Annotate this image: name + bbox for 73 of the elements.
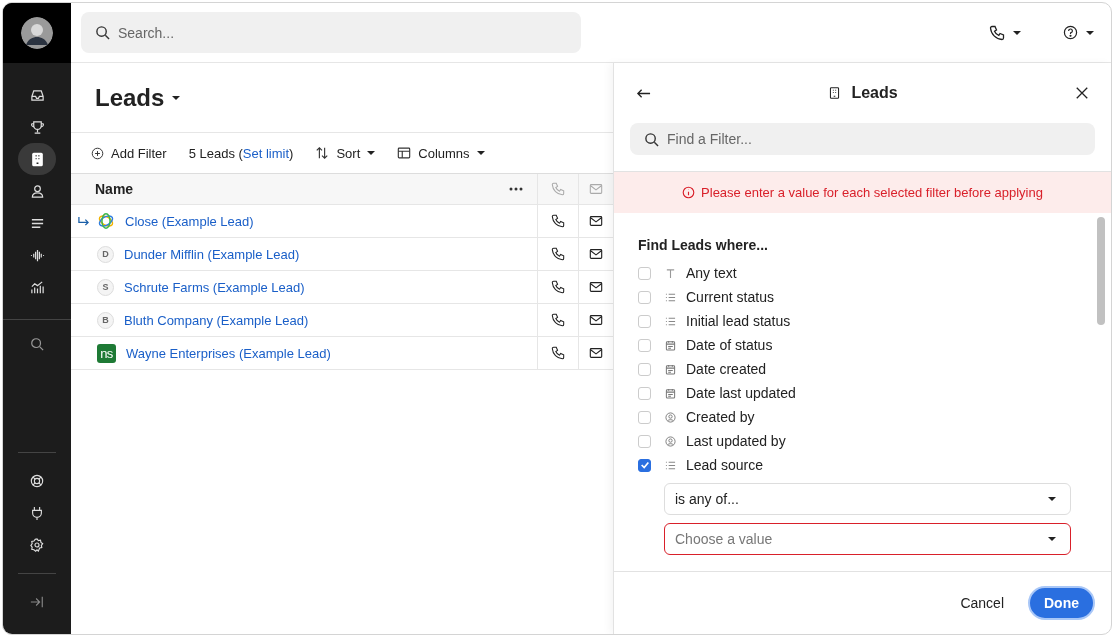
scrollbar-thumb[interactable] [1097,217,1105,325]
calendar-icon [665,387,676,399]
column-header[interactable]: Name [95,181,134,197]
info-icon [682,186,696,199]
sort-arrows-icon [315,146,330,160]
text-icon [665,267,676,279]
search-field[interactable]: Search... [81,12,581,53]
more-icon[interactable] [509,187,523,191]
user-icon [665,435,676,447]
company-logo: ns [97,343,116,363]
plus-circle-icon [91,146,104,160]
envelope-icon[interactable] [589,313,603,327]
filter-label[interactable]: Date of status [686,337,773,353]
envelope-icon[interactable] [589,280,603,294]
lead-name-link[interactable]: Close (Example Lead) [125,213,254,229]
search-icon [644,131,659,147]
letter-avatar: B [97,311,114,329]
filter-search-field[interactable]: Find a Filter... [630,123,1095,155]
building-nav-icon[interactable] [18,143,56,175]
lead-count-end: ) [289,145,294,161]
building-icon [828,86,842,100]
envelope-icon[interactable] [589,214,603,228]
list-icon [665,291,676,303]
operator-dropdown[interactable]: is any of... [664,483,1071,515]
list-icon [665,459,676,471]
calendar-icon [665,363,676,375]
envelope-icon [589,182,603,196]
add-filter-button[interactable]: Add Filter [91,145,167,161]
envelope-icon[interactable] [589,247,603,261]
logo-icon [97,212,115,230]
search-icon [95,25,110,40]
lead-name-link[interactable]: Wayne Enterprises (Example Lead) [126,345,331,361]
help-menu-button[interactable] [1063,25,1094,40]
filter-label[interactable]: Created by [686,409,755,425]
checkbox[interactable] [638,458,651,472]
value-dropdown[interactable]: Choose a value [664,523,1071,555]
phone-icon[interactable] [551,346,565,360]
letter-avatar: S [97,278,114,296]
phone-icon[interactable] [551,280,565,294]
filter-label[interactable]: Date last updated [686,385,796,401]
section-heading: Find Leads where... [638,237,769,253]
phone-icon[interactable] [551,247,565,261]
page-title[interactable]: Leads [95,83,165,112]
envelope-icon[interactable] [589,346,603,360]
filter-label[interactable]: Initial lead status [686,313,791,329]
phone-icon[interactable] [551,214,565,228]
cancel-button[interactable]: Cancel [950,589,1014,617]
close-icon[interactable] [1075,86,1089,100]
calendar-icon [665,339,676,351]
filter-label[interactable]: Lead source [686,457,764,473]
filter-label[interactable]: Date created [686,361,767,377]
letter-avatar: D [97,245,114,263]
panel-title: Leads [851,84,898,102]
error-message: Please enter a value for each selected filter before applying [701,185,1043,200]
set-limit-link[interactable]: Set limit [242,145,290,161]
filter-label[interactable]: Last updated by [686,433,786,449]
phone-icon [551,182,565,196]
sort-button[interactable]: Sort [315,145,376,161]
lead-name-link[interactable]: Schrute Farms (Example Lead) [124,279,305,295]
lead-name-link[interactable]: Bluth Company (Example Lead) [124,312,309,328]
lead-name-link[interactable]: Dunder Mifflin (Example Lead) [124,246,300,262]
phone-icon[interactable] [551,313,565,327]
list-icon [665,315,676,327]
phone-menu-button[interactable] [989,24,1021,41]
columns-icon [397,146,412,160]
columns-button[interactable]: Columns [397,145,485,161]
lead-count: 5 Leads ( [188,145,243,161]
user-icon [665,411,676,423]
done-button[interactable]: Done [1028,586,1095,620]
caret-icon[interactable] [172,95,181,100]
avatar[interactable] [21,17,53,49]
filter-label[interactable]: Any text [686,265,737,281]
filter-label[interactable]: Current status [686,289,774,305]
